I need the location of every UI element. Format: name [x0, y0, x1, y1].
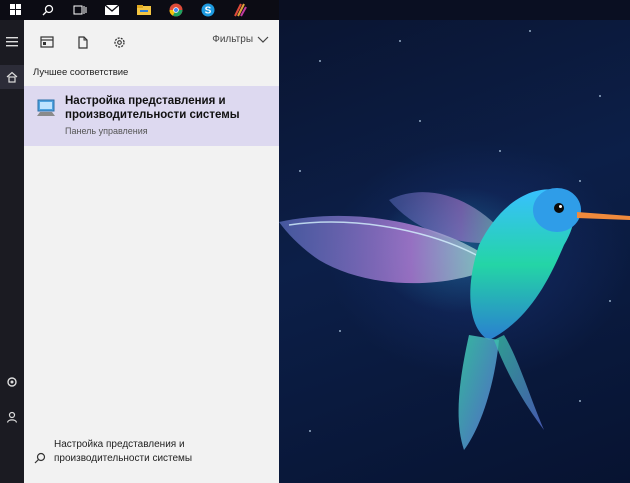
taskbar-background	[279, 0, 630, 20]
home-icon[interactable]	[0, 65, 24, 89]
filters-dropdown[interactable]: Фильтры	[212, 34, 269, 45]
app-icon[interactable]	[224, 0, 256, 20]
user-icon[interactable]	[0, 405, 24, 429]
search-box[interactable]: Настройка представления и производительн…	[24, 433, 279, 483]
chevron-down-icon	[257, 36, 269, 43]
taskbar: S	[0, 0, 279, 20]
desktop-wallpaper	[279, 0, 630, 483]
best-match-subtitle: Панель управления	[65, 126, 148, 136]
hummingbird-illustration	[279, 188, 630, 450]
apps-filter-icon[interactable]	[34, 29, 60, 55]
documents-filter-icon[interactable]	[70, 29, 96, 55]
settings-icon[interactable]	[0, 370, 24, 394]
start-search-panel: Фильтры Лучшее соответствие Настройка пр…	[24, 20, 279, 483]
section-title: Лучшее соответствие	[33, 67, 129, 78]
svg-text:S: S	[205, 6, 212, 17]
search-icon[interactable]	[32, 0, 64, 20]
best-match-item[interactable]: Настройка представления и производительн…	[24, 86, 279, 146]
file-explorer-icon[interactable]	[128, 0, 160, 20]
task-view-icon[interactable]	[64, 0, 96, 20]
chrome-icon[interactable]	[160, 0, 192, 20]
best-match-title: Настройка представления и производительн…	[65, 95, 240, 121]
search-input[interactable]: Настройка представления и производительн…	[54, 438, 274, 465]
windows-icon[interactable]	[0, 0, 32, 20]
settings-filter-icon[interactable]	[106, 29, 132, 55]
search-icon	[34, 452, 46, 464]
start-rail	[0, 20, 24, 483]
skype-icon[interactable]: S	[192, 0, 224, 20]
panel-toolbar: Фильтры	[24, 20, 279, 64]
filters-label: Фильтры	[212, 34, 253, 45]
control-panel-icon	[37, 99, 55, 116]
mail-icon[interactable]	[96, 0, 128, 20]
hamburger-icon[interactable]	[0, 30, 24, 54]
